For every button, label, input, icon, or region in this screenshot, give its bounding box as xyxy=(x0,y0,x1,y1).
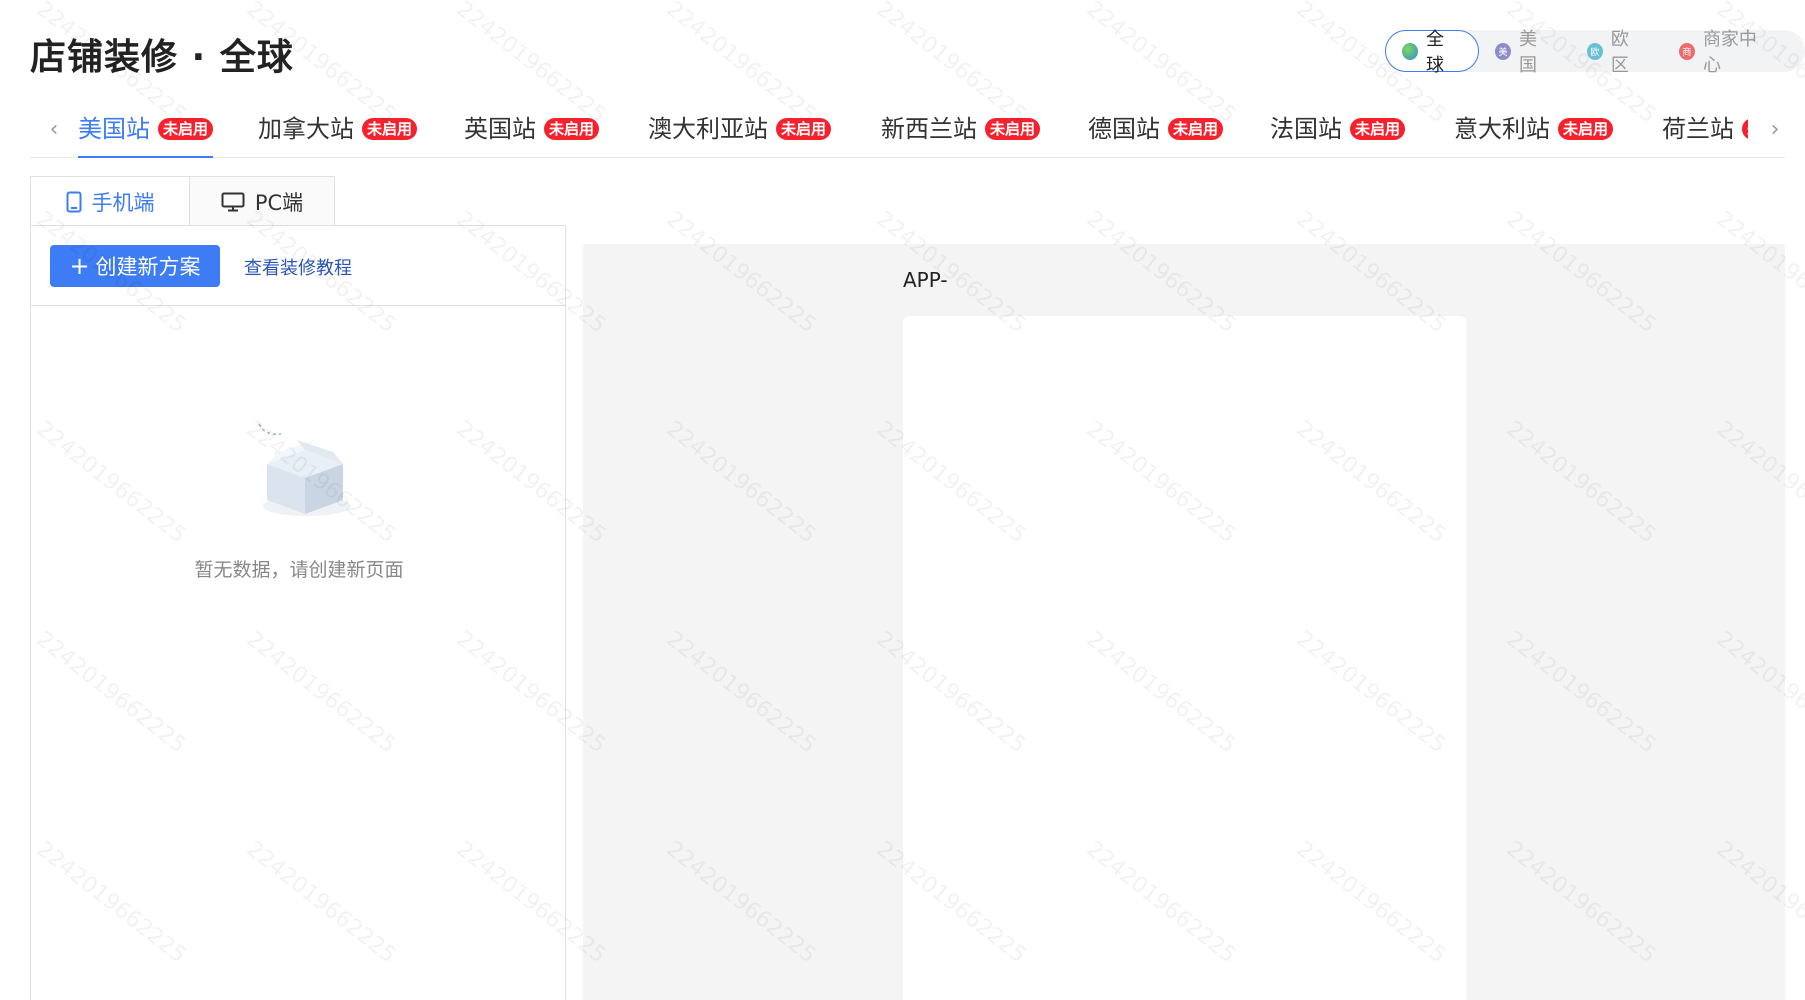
status-badge: 未启用 xyxy=(544,118,600,140)
create-button-label: 创建新方案 xyxy=(95,255,201,279)
chevron-left-icon[interactable]: ‹ xyxy=(42,114,66,144)
chevron-right-icon[interactable]: › xyxy=(1763,114,1787,144)
site-tab-us[interactable]: 美国站 未启用 xyxy=(78,112,214,158)
status-badge: 未启用 xyxy=(1742,118,1748,140)
tutorial-link[interactable]: 查看装修教程 xyxy=(244,254,352,280)
preview-app-label: APP- xyxy=(903,268,948,292)
site-tab-label: 美国站 xyxy=(78,115,150,143)
status-badge: 未启用 xyxy=(776,118,832,140)
status-badge: 未启用 xyxy=(985,118,1041,140)
region-merchant-center[interactable]: 商 商家中心 xyxy=(1663,29,1789,76)
page-title: 店铺装修 · 全球 xyxy=(30,37,294,78)
status-badge: 未启用 xyxy=(1350,118,1406,140)
merchant-icon: 商 xyxy=(1678,42,1695,60)
tab-pc[interactable]: PC端 xyxy=(189,176,335,226)
us-flag-icon: 美 xyxy=(1494,42,1511,60)
status-badge: 未启用 xyxy=(362,118,418,140)
empty-state-text: 暂无数据，请创建新页面 xyxy=(194,559,404,581)
site-tab-uk[interactable]: 英国站 未启用 xyxy=(464,112,600,158)
region-label: 全球 xyxy=(1426,29,1445,76)
tab-mobile[interactable]: 手机端 xyxy=(30,176,190,226)
region-switch: 全球 美 美国 欧 欧区 商 商家中心 xyxy=(1385,29,1805,76)
status-badge: 未启用 xyxy=(1558,118,1614,140)
site-tab-italy[interactable]: 意大利站 未启用 xyxy=(1454,112,1614,158)
panel-toolbar: + 创建新方案 查看装修教程 xyxy=(31,226,565,306)
scheme-list-panel: + 创建新方案 查看装修教程 暂无数据，请创建新页面 xyxy=(30,225,566,1000)
plus-icon: + xyxy=(69,252,90,280)
site-tab-label: 新西兰站 xyxy=(881,115,977,143)
mobile-icon xyxy=(66,191,82,213)
eu-flag-icon: 欧 xyxy=(1586,42,1603,60)
site-tab-strip: 美国站 未启用 加拿大站 未启用 英国站 未启用 澳大利亚站 未启用 新西兰站 … xyxy=(78,104,1748,158)
device-tabs: 手机端 PC端 xyxy=(30,176,335,226)
desktop-icon xyxy=(221,192,245,212)
site-tabs: ‹ 美国站 未启用 加拿大站 未启用 英国站 未启用 澳大利亚站 未启用 新西兰… xyxy=(30,104,1785,158)
status-badge: 未启用 xyxy=(1168,118,1224,140)
site-tab-label: 加拿大站 xyxy=(258,115,354,143)
site-tab-new-zealand[interactable]: 新西兰站 未启用 xyxy=(881,112,1041,158)
site-tab-label: 澳大利亚站 xyxy=(648,115,768,143)
region-eu[interactable]: 欧 欧区 xyxy=(1571,29,1663,76)
region-label: 欧区 xyxy=(1610,29,1629,76)
site-tab-australia[interactable]: 澳大利亚站 未启用 xyxy=(648,112,832,158)
preview-area: APP- xyxy=(583,244,1785,1000)
site-tab-netherlands[interactable]: 荷兰站 未启用 xyxy=(1662,112,1748,158)
empty-box-icon xyxy=(245,410,365,530)
site-tab-france[interactable]: 法国站 未启用 xyxy=(1270,112,1406,158)
region-global[interactable]: 全球 xyxy=(1385,29,1479,76)
mobile-preview-canvas[interactable] xyxy=(903,316,1466,1000)
site-tab-label: 意大利站 xyxy=(1454,115,1550,143)
region-label: 商家中心 xyxy=(1702,29,1757,76)
tab-label: PC端 xyxy=(254,190,304,215)
site-tab-label: 德国站 xyxy=(1088,115,1160,143)
region-label: 美国 xyxy=(1518,29,1537,76)
status-badge: 未启用 xyxy=(158,118,214,140)
site-tab-label: 英国站 xyxy=(464,115,536,143)
region-us[interactable]: 美 美国 xyxy=(1479,29,1571,76)
tab-label: 手机端 xyxy=(91,190,155,215)
site-tab-canada[interactable]: 加拿大站 未启用 xyxy=(258,112,418,158)
site-tab-label: 法国站 xyxy=(1270,115,1342,143)
site-tab-germany[interactable]: 德国站 未启用 xyxy=(1088,112,1224,158)
site-tab-label: 荷兰站 xyxy=(1662,115,1734,143)
globe-icon xyxy=(1402,42,1419,60)
create-scheme-button[interactable]: + 创建新方案 xyxy=(50,245,220,287)
